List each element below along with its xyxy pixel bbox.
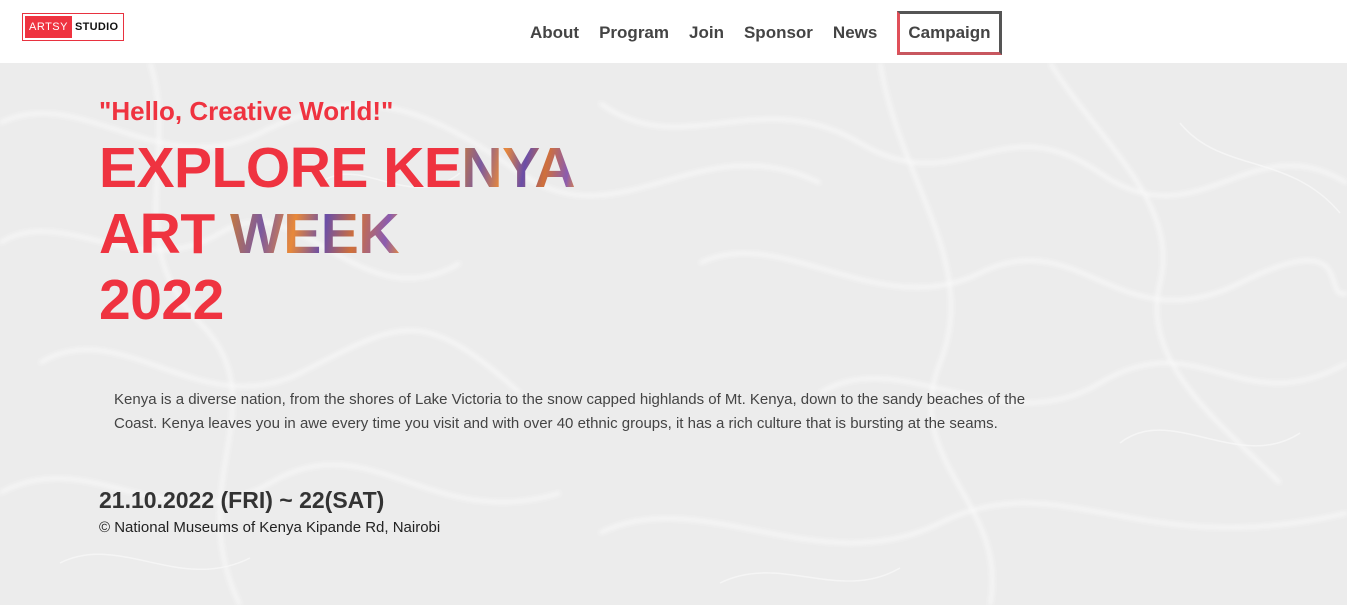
logo-artsy-text: ARTSY xyxy=(25,16,72,38)
main-nav: About Program Join Sponsor News Campaign xyxy=(520,11,1012,55)
hero-content: "Hello, Creative World!" EXPLORE KENYA A… xyxy=(0,63,1347,605)
site-header: ARTSY STUDIO About Program Join Sponsor … xyxy=(0,0,1347,63)
event-date: 21.10.2022 (FRI) ~ 22(SAT) xyxy=(99,487,385,513)
logo-studio-text: STUDIO xyxy=(74,21,119,33)
hero-title-line-3: 2022 xyxy=(99,268,224,332)
event-venue: © National Museums of Kenya Kipande Rd, … xyxy=(99,519,441,536)
nav-about[interactable]: About xyxy=(530,23,579,43)
hero-title-line-2: ART WEEK xyxy=(99,203,399,265)
title-line1-plain: EXPLORE KE xyxy=(99,136,462,200)
title-line2-art: WEEK xyxy=(229,202,400,266)
hero-section: "Hello, Creative World!" EXPLORE KENYA A… xyxy=(0,63,1347,605)
hero-title-line-1: EXPLORE KENYA xyxy=(99,136,576,200)
hero-description: Kenya is a diverse nation, from the shor… xyxy=(114,391,1026,432)
nav-program[interactable]: Program xyxy=(599,23,669,43)
nav-join[interactable]: Join xyxy=(689,23,724,43)
hero-tagline: "Hello, Creative World!" xyxy=(99,96,394,126)
nav-sponsor[interactable]: Sponsor xyxy=(744,23,813,43)
nav-campaign-button[interactable]: Campaign xyxy=(897,11,1002,55)
artsy-studio-logo[interactable]: ARTSY STUDIO xyxy=(22,13,124,41)
nav-news[interactable]: News xyxy=(833,23,877,43)
title-line2-plain: ART xyxy=(99,202,230,266)
title-line1-art: NYA xyxy=(461,136,576,200)
